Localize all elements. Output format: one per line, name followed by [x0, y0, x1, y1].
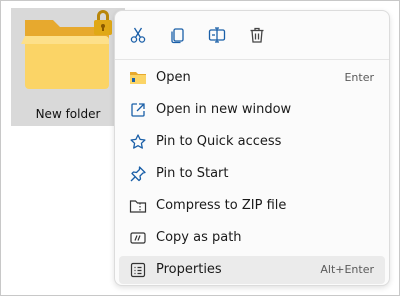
menu-item-properties[interactable]: Properties Alt+Enter — [119, 256, 385, 284]
copy-path-icon — [129, 229, 147, 247]
delete-button[interactable] — [243, 21, 271, 49]
pin-icon — [129, 165, 147, 183]
menu-item-open[interactable]: Open Enter — [119, 64, 385, 92]
menu-item-label: Properties — [156, 262, 222, 277]
rename-button[interactable] — [203, 21, 231, 49]
properties-icon — [129, 261, 147, 279]
rename-icon — [208, 27, 226, 43]
menu-item-label: Compress to ZIP file — [156, 198, 287, 213]
menu-item-label: Open — [156, 70, 191, 85]
scissors-icon — [130, 27, 146, 43]
toolbar-divider — [115, 59, 389, 60]
folder-icon — [129, 69, 147, 87]
menu-item-pin-quick-access[interactable]: Pin to Quick access — [119, 128, 385, 156]
zip-folder-icon — [129, 197, 147, 215]
menu-item-label: Pin to Quick access — [156, 134, 282, 149]
cut-button[interactable] — [124, 21, 152, 49]
menu-item-label: Pin to Start — [156, 166, 229, 181]
menu-item-pin-start[interactable]: Pin to Start — [119, 160, 385, 188]
folder-name: New folder — [35, 107, 101, 121]
copy-button[interactable] — [164, 21, 192, 49]
copy-icon — [171, 28, 184, 44]
locked-folder-icon — [21, 10, 112, 89]
menu-item-open-new-window[interactable]: Open in new window — [119, 96, 385, 124]
menu-item-label: Copy as path — [156, 230, 242, 245]
menu-item-shortcut: Alt+Enter — [320, 263, 374, 276]
trash-icon — [250, 27, 264, 43]
context-menu-toolbar — [115, 11, 389, 59]
open-new-window-icon — [129, 101, 147, 119]
menu-item-label: Open in new window — [156, 102, 292, 117]
menu-item-copy-as-path[interactable]: Copy as path — [119, 224, 385, 252]
folder-item[interactable]: New folder — [11, 8, 125, 126]
menu-item-compress-zip[interactable]: Compress to ZIP file — [119, 192, 385, 220]
menu-item-shortcut: Enter — [344, 71, 374, 84]
star-icon — [129, 133, 147, 151]
context-menu: Open Enter Open in new window Pin to Qui… — [114, 10, 390, 286]
